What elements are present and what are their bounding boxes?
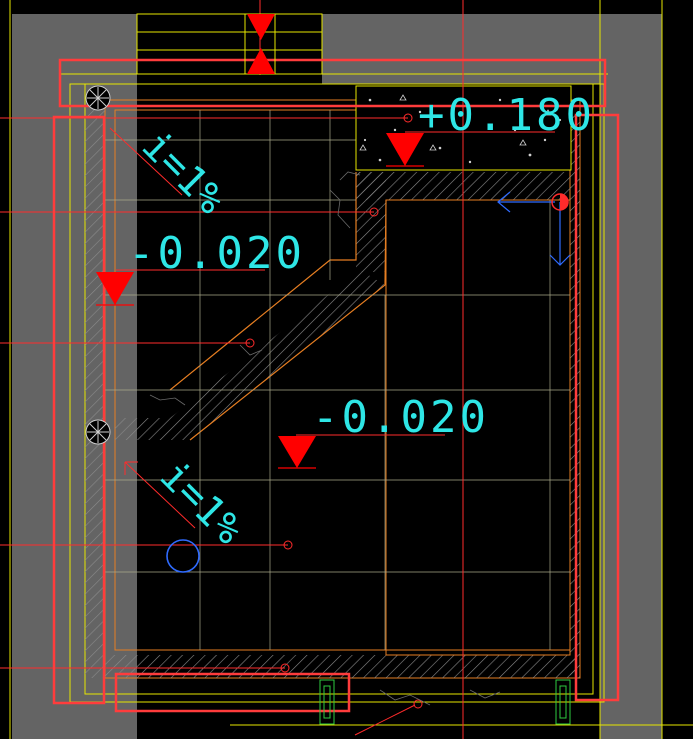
blue-direction-marks <box>497 191 571 266</box>
hatched-bands <box>85 100 580 678</box>
slope-label-lower: i=1% <box>151 453 252 554</box>
elevation-label-left: -0.020 <box>128 228 305 279</box>
cad-drawing-canvas: -0.020 -0.020 +0.180 i=1% i=1% <box>0 0 693 739</box>
elevation-label-top-right: +0.180 <box>418 90 595 141</box>
floor-drain-icon <box>85 85 111 111</box>
slope-label-upper: i=1% <box>133 123 234 224</box>
floor-drain-icon <box>85 419 111 445</box>
elevation-label-main: -0.020 <box>312 392 489 443</box>
